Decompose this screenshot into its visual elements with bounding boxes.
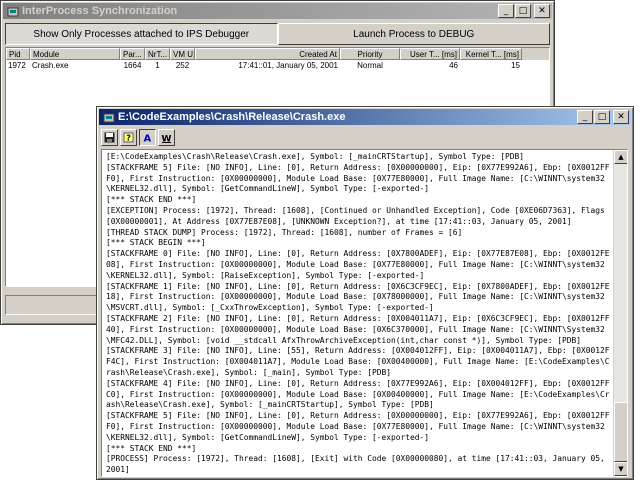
log-toolbar: ? A W	[101, 127, 175, 147]
scroll-down-arrow[interactable]: ▼	[614, 462, 627, 476]
col-header-module[interactable]: Module	[30, 48, 120, 60]
svg-text:?: ?	[126, 133, 131, 142]
wrap-button[interactable]: W	[158, 128, 175, 146]
svg-text:A: A	[144, 133, 152, 143]
cell-parent: 1664	[123, 61, 142, 70]
cell-pid: 1972	[8, 61, 26, 70]
minimize-button[interactable]: _	[498, 4, 514, 18]
save-icon	[104, 132, 115, 142]
font-icon: A	[144, 133, 152, 143]
log-line: [*** STACK BEGIN ***]	[106, 238, 206, 248]
log-line: [*** STACK END ***]	[106, 443, 197, 453]
ips-titlebar[interactable]: InterProcess Synchronization _ □ ✕	[3, 3, 552, 19]
window-title: E:\CodeExamples\Crash\Release\Crash.exe	[118, 111, 346, 123]
cell-created: 17:41::01, January 05, 2001	[238, 61, 338, 70]
log-line: [STACKFRAME 1] File: [NO INFO], Line: [0…	[106, 281, 610, 313]
maximize-button[interactable]: □	[594, 110, 610, 124]
col-header-threads[interactable]: NrT...	[145, 48, 170, 60]
log-line: [STACKFRAME 0] File: [NO INFO], Line: [0…	[106, 249, 610, 280]
col-header-vm[interactable]: VM U...	[170, 48, 195, 60]
log-line: [THREAD STACK DUMP] Process: [1972], Thr…	[106, 227, 463, 237]
wrap-icon: W	[162, 134, 172, 143]
app-icon	[103, 111, 115, 123]
close-button[interactable]: ✕	[613, 110, 629, 124]
log-line: [STACKFRAME 2] File: [NO INFO], Line: [0…	[106, 313, 610, 345]
launch-process-button[interactable]: Launch Process to DEBUG	[277, 23, 550, 45]
cell-module: Crash.exe	[32, 61, 69, 70]
col-header-pid[interactable]: Pid	[6, 48, 30, 60]
help-button[interactable]: ?	[120, 128, 137, 146]
help-icon: ?	[123, 132, 134, 142]
cell-priority: Normal	[357, 61, 383, 70]
cell-user-time: 46	[449, 61, 458, 70]
log-line: [E:\CodeExamples\Crash\Release\Crash.exe…	[106, 152, 525, 161]
window-title: InterProcess Synchronization	[22, 5, 178, 17]
col-header-parent[interactable]: Par...	[120, 48, 145, 60]
svg-text:W: W	[162, 134, 172, 143]
log-line: [EXCEPTION] Process: [1972], Thread: [16…	[106, 205, 610, 226]
log-textarea[interactable]: [E:\CodeExamples\Crash\Release\Crash.exe…	[101, 149, 628, 477]
table-row[interactable]: 1972 Crash.exe 1664 1 252 17:41::01, Jan…	[6, 60, 549, 71]
font-button[interactable]: A	[139, 128, 156, 146]
cell-kernel-time: 15	[511, 61, 520, 70]
scroll-up-arrow[interactable]: ▲	[614, 150, 627, 164]
process-list-header: Pid Module Par... NrT... VM U... Created…	[6, 48, 549, 60]
log-line: [STACKFRAME 4] File: [NO INFO], Line: [0…	[106, 378, 610, 410]
log-line: [STACKFRAME 3] File: [NO INFO], Line: [5…	[106, 346, 610, 377]
cell-threads: 1	[155, 61, 160, 70]
scroll-thumb[interactable]	[614, 402, 627, 462]
save-button[interactable]	[101, 128, 118, 146]
show-only-attached-button[interactable]: Show Only Processes attached to IPS Debu…	[5, 23, 278, 45]
col-header-created[interactable]: Created At	[195, 48, 340, 60]
col-header-user-time[interactable]: User T... [ms]	[400, 48, 460, 60]
debug-log-window: E:\CodeExamples\Crash\Release\Crash.exe …	[96, 106, 634, 480]
log-line: [PROCESS] Process: [1972], Thread: [1608…	[106, 454, 610, 475]
maximize-button[interactable]: □	[515, 4, 531, 18]
log-titlebar[interactable]: E:\CodeExamples\Crash\Release\Crash.exe …	[99, 109, 631, 125]
minimize-button[interactable]: _	[577, 110, 593, 124]
vertical-scrollbar[interactable]: ▲ ▼	[613, 150, 627, 476]
log-line: [STACKFRAME 5] File: [NO INFO], Line: [0…	[106, 411, 610, 442]
app-icon	[7, 5, 19, 17]
log-line: [*** STACK END ***]	[106, 195, 197, 205]
cell-vm: 252	[175, 61, 190, 70]
col-header-priority[interactable]: Priority	[340, 48, 400, 60]
col-header-kernel-time[interactable]: Kernel T... [ms]	[460, 48, 522, 60]
close-button[interactable]: ✕	[534, 4, 550, 18]
log-line: [STACKFRAME 5] File: [NO INFO], Line: [0…	[106, 162, 610, 194]
